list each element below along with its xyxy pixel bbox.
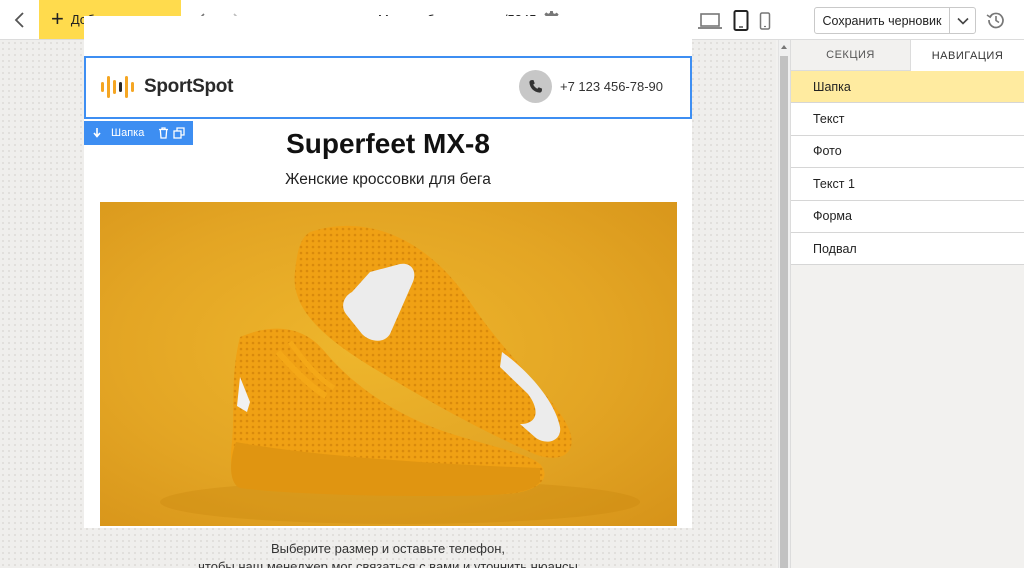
product-photo[interactable]	[100, 202, 677, 526]
navigation-list: Шапка Текст Фото Текст 1 Форма Подвал	[791, 71, 1024, 266]
logo: SportSpot	[100, 72, 233, 102]
nav-item-text-1[interactable]: Текст 1	[791, 168, 1024, 201]
phone-icon	[519, 70, 552, 103]
laptop-icon[interactable]	[698, 12, 722, 30]
nav-item-photo[interactable]: Фото	[791, 135, 1024, 169]
product-subtitle[interactable]: Женские кроссовки для бега	[84, 171, 692, 189]
nav-item-text[interactable]: Текст	[791, 103, 1024, 136]
product-title[interactable]: Superfeet MX-8	[84, 128, 692, 160]
phone-number: +7 123 456-78-90	[560, 79, 664, 94]
tab-navigation[interactable]: НАВИГАЦИЯ	[910, 40, 1024, 71]
description-line-2: чтобы наш менеджер мог связаться с вами …	[198, 559, 578, 568]
plus-icon: +	[51, 5, 64, 31]
nav-item-form[interactable]: Форма	[791, 200, 1024, 233]
sneaker-image	[160, 225, 640, 524]
scroll-thumb[interactable]	[780, 56, 788, 568]
description[interactable]: Выберите размер и оставьте телефон, чтоб…	[84, 540, 692, 568]
header-section[interactable]: SportSpot +7 123 456-78-90	[84, 56, 692, 119]
save-draft-button[interactable]: Сохранить черновик	[814, 7, 950, 34]
history-icon[interactable]	[986, 10, 1006, 30]
description-line-1: Выберите размер и оставьте телефон,	[270, 541, 506, 556]
nav-item-header[interactable]: Шапка	[791, 71, 1024, 104]
logo-text: SportSpot	[144, 76, 234, 97]
tab-section[interactable]: СЕКЦИЯ	[791, 40, 910, 71]
nav-item-footer[interactable]: Подвал	[791, 232, 1024, 266]
tablet-icon[interactable]	[733, 10, 749, 31]
phone-device-icon[interactable]	[759, 12, 771, 30]
chevron-down-icon	[956, 17, 969, 25]
back-icon[interactable]	[10, 9, 30, 31]
scroll-up-arrow[interactable]	[781, 45, 787, 49]
logo-bars-icon	[101, 76, 134, 98]
save-dropdown-button[interactable]	[949, 7, 976, 34]
